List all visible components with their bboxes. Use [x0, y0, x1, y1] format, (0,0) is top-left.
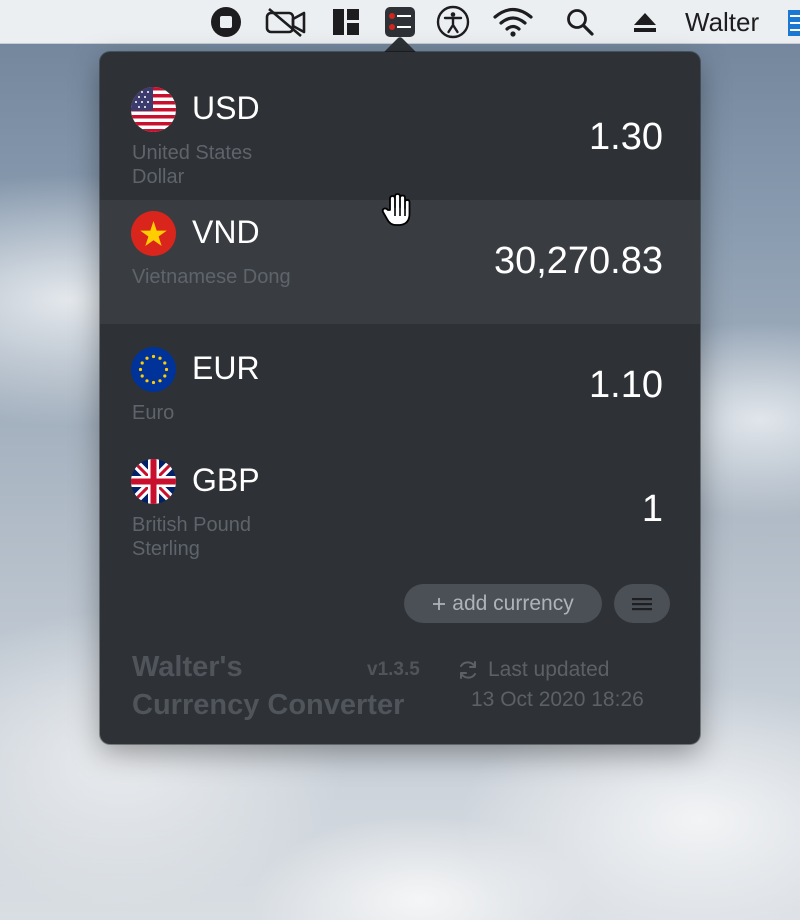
plus-icon — [433, 597, 446, 610]
last-updated-time: 13 Oct 2020 18:26 — [471, 688, 644, 711]
menu-extra-icon[interactable] — [788, 10, 800, 36]
accessibility-icon[interactable] — [435, 5, 471, 39]
currency-code: USD — [192, 90, 260, 126]
eject-icon[interactable] — [630, 6, 660, 38]
currency-row-usd[interactable]: USD United States Dollar 1.30 — [100, 52, 700, 200]
vietnam-flag-icon — [131, 211, 176, 256]
wifi-icon[interactable] — [492, 6, 534, 38]
hand-cursor-icon — [380, 192, 414, 228]
uk-flag-icon — [131, 459, 176, 504]
currency-name: Euro — [132, 402, 175, 424]
currency-converter-panel: USD United States Dollar 1.30 VND Vietna… — [100, 52, 700, 744]
currency-name: British Pound Sterling — [132, 514, 251, 560]
currency-row-eur[interactable]: EUR Euro 1.10 — [100, 324, 700, 436]
last-updated[interactable]: Last updated — [456, 658, 609, 682]
window-layout-icon[interactable] — [330, 6, 362, 38]
app-title: Walter's Currency Converter — [132, 648, 404, 724]
hamburger-menu-icon — [632, 597, 652, 610]
eu-flag-icon — [131, 347, 176, 392]
add-currency-button[interactable]: add currency — [404, 584, 602, 623]
menu-bar-user-name[interactable]: Walter — [685, 6, 759, 38]
app-title-line1: Walter's — [132, 651, 243, 683]
video-off-icon[interactable] — [264, 6, 308, 38]
stop-recording-icon[interactable] — [208, 6, 244, 38]
currency-value[interactable]: 1.30 — [589, 116, 663, 159]
menu-button[interactable] — [614, 584, 670, 623]
spotlight-search-icon[interactable] — [564, 6, 596, 38]
currency-value[interactable]: 1.10 — [589, 364, 663, 407]
currency-value[interactable]: 30,270.83 — [494, 240, 663, 283]
app-title-line2: Currency Converter — [132, 689, 405, 721]
currency-code: EUR — [192, 350, 260, 386]
currency-value[interactable]: 1 — [642, 488, 663, 531]
last-updated-label: Last updated — [488, 658, 610, 681]
app-version: v1.3.5 — [367, 659, 420, 680]
currency-row-gbp[interactable]: GBP British Pound Sterling 1 — [100, 436, 700, 572]
currency-code: VND — [192, 214, 260, 250]
currency-code: GBP — [192, 462, 260, 498]
currency-name: Vietnamese Dong — [132, 266, 291, 288]
currency-converter-app-icon[interactable] — [384, 6, 416, 38]
add-currency-label: add currency — [452, 591, 574, 615]
refresh-icon[interactable] — [456, 658, 480, 682]
us-flag-icon — [131, 87, 176, 132]
currency-name: United States Dollar — [132, 142, 253, 188]
